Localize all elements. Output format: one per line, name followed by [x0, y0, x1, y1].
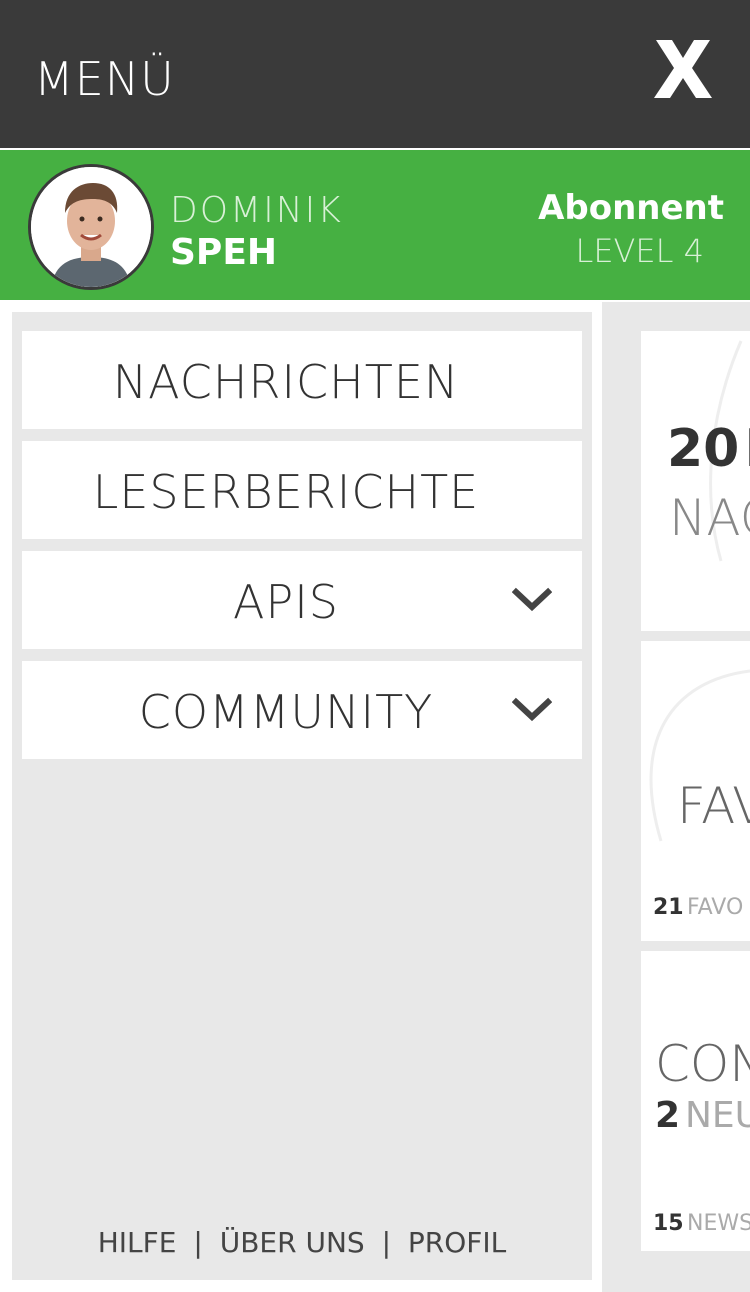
favorites-count: 21 [653, 895, 684, 920]
nav-item-nachrichten[interactable]: NACHRICHTEN [22, 331, 582, 429]
chevron-down-icon[interactable] [512, 587, 552, 613]
footer-separator: | [381, 1226, 392, 1259]
footer-links: HILFE | ÜBER UNS | PROFIL [12, 1226, 592, 1259]
user-level: LEVEL 4 [575, 232, 704, 270]
user-role: Abonnent [538, 188, 724, 228]
chevron-down-icon[interactable] [512, 697, 552, 723]
user-first-name: DOMINIK [170, 190, 343, 231]
profile-link[interactable]: PROFIL [408, 1226, 506, 1259]
favorites-title: FAV [677, 777, 750, 835]
favorites-count-label: FAVO [687, 895, 744, 920]
nav-item-leserberichte[interactable]: LESERBERICHTE [22, 441, 582, 539]
favorites-card[interactable]: FAV 21 FAVO [641, 641, 750, 941]
news-count-suffix: N [743, 419, 750, 479]
community-title: CON [655, 1035, 750, 1093]
nav-item-community[interactable]: COMMUNITY [22, 661, 582, 759]
community-count: 2 [655, 1095, 681, 1136]
community-count-label: NEU [685, 1095, 750, 1136]
nav-item-label: APIS [233, 575, 339, 629]
close-icon [654, 40, 712, 98]
menu-title: MENÜ [34, 52, 175, 106]
user-avatar-icon [31, 167, 151, 287]
community-news-label: NEWS [687, 1211, 750, 1236]
avatar[interactable] [28, 164, 154, 290]
about-link[interactable]: ÜBER UNS [220, 1226, 365, 1259]
close-button[interactable] [648, 34, 718, 104]
user-last-name: SPEH [170, 232, 278, 273]
top-bar: MENÜ [0, 0, 750, 148]
nav-item-label: COMMUNITY [138, 685, 434, 739]
community-card[interactable]: CON 2 NEU 15 NEWS [641, 951, 750, 1251]
news-card[interactable]: 20 N NAC [641, 331, 750, 631]
card-background-shape [709, 340, 743, 562]
nav-item-label: LESERBERICHTE [92, 465, 480, 519]
community-news-count: 15 [653, 1211, 684, 1236]
nav-item-label: NACHRICHTEN [112, 355, 460, 409]
nav-item-apis[interactable]: APIS [22, 551, 582, 649]
footer-separator: | [193, 1226, 203, 1259]
news-count: 20 [667, 419, 740, 479]
help-link[interactable]: HILFE [98, 1226, 177, 1259]
news-subtitle: NAC [669, 489, 750, 547]
